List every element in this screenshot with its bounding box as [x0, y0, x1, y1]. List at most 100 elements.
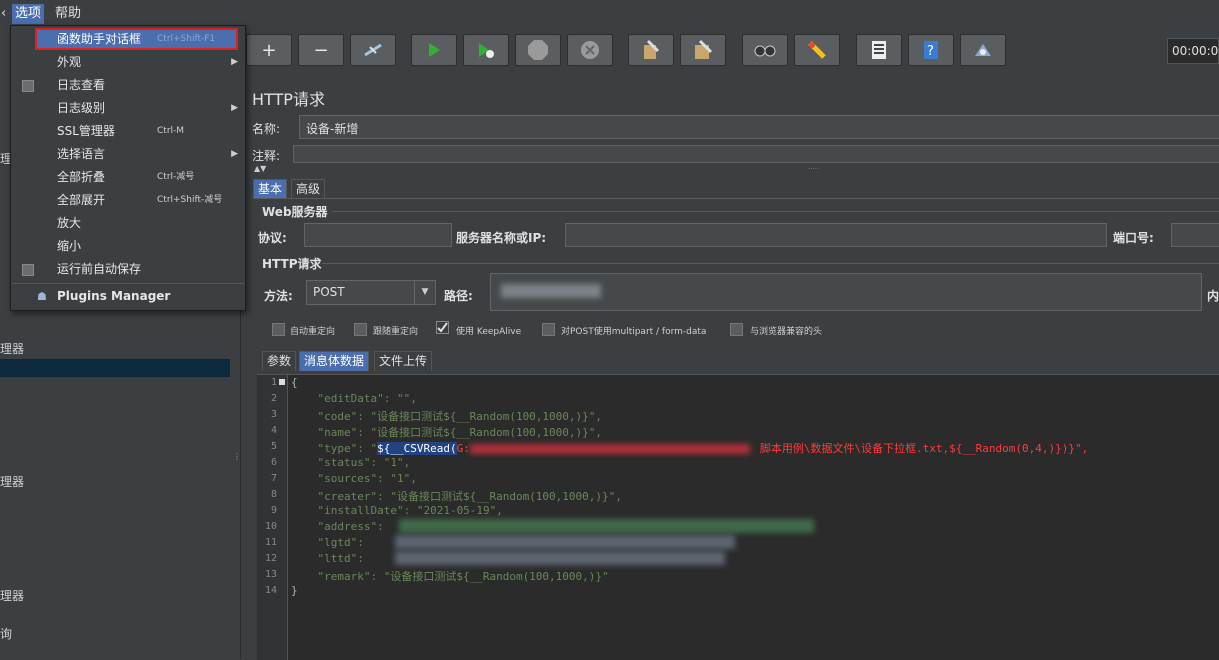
- collapse-arrows-icon[interactable]: ▲▼: [254, 164, 266, 173]
- server-field[interactable]: [565, 223, 1107, 247]
- line-number: 6: [270, 457, 277, 468]
- menu-item-appearance[interactable]: 外观 ▶: [11, 51, 245, 74]
- code-line: "status": "1",: [291, 456, 411, 469]
- server-label: 服务器名称或IP:: [456, 231, 547, 245]
- code-line: "installDate": "2021-05-19",: [291, 504, 503, 517]
- code-line: {: [291, 376, 298, 389]
- body-data-editor[interactable]: 1 2 3 4 5 6 7 8 9 10 11 12 13 14 { "edit…: [257, 374, 1219, 660]
- remote-icon[interactable]: [960, 34, 1006, 66]
- menu-item-function-helper[interactable]: 函数助手对话框 Ctrl+Shift-F1: [11, 28, 245, 51]
- plugins-icon: ☗: [37, 290, 47, 303]
- tab-parameters[interactable]: 参数: [262, 351, 297, 371]
- code-line: "name": "设备接口测试${__Random(100,1000,)}",: [291, 426, 603, 439]
- protocol-field[interactable]: [304, 223, 452, 247]
- menu-help[interactable]: 帮助: [52, 4, 84, 24]
- name-label: 名称:: [252, 122, 281, 136]
- content-encoding-label: 内: [1207, 289, 1219, 303]
- redacted-lgtd: [395, 535, 735, 549]
- tree-item[interactable]: 询: [0, 625, 12, 642]
- search-icon[interactable]: [742, 34, 788, 66]
- line-number: 10: [264, 521, 277, 532]
- start-icon[interactable]: [411, 34, 457, 66]
- code-line: "type": "${__CSVRead(G: 脚本用例\数据文件\设备下拉框.t…: [291, 442, 1089, 455]
- clear-all-icon[interactable]: [680, 34, 726, 66]
- submenu-arrow-icon: ▶: [231, 149, 238, 159]
- web-server-heading: Web服务器: [262, 205, 328, 219]
- clear-icon[interactable]: [628, 34, 674, 66]
- menu-item-log-viewer[interactable]: 日志查看: [11, 74, 245, 97]
- menu-item-log-level[interactable]: 日志级别 ▶: [11, 97, 245, 120]
- port-field[interactable]: [1171, 223, 1219, 247]
- tree-item[interactable]: 理器: [0, 587, 24, 604]
- line-number: 8: [270, 489, 277, 500]
- line-number: 2: [270, 393, 277, 404]
- protocol-label: 协议:: [258, 231, 287, 245]
- code-line: "editData": "",: [291, 392, 417, 405]
- drag-handle-icon[interactable]: ·····: [808, 165, 819, 173]
- keepalive-checkbox[interactable]: [436, 321, 449, 334]
- tree-selected-row[interactable]: [0, 359, 230, 377]
- checkbox-icon: [22, 80, 34, 92]
- elapsed-timer: 00:00:0: [1167, 38, 1219, 64]
- line-number: 7: [270, 473, 277, 484]
- tree-item[interactable]: 理器: [0, 473, 24, 490]
- tab-advanced[interactable]: 高级: [291, 179, 326, 199]
- code-line: "code": "设备接口测试${__Random(100,1000,)}",: [291, 410, 603, 423]
- checkbox-label: 对POST使用multipart / form-data: [561, 327, 707, 337]
- follow-redirects-checkbox[interactable]: [354, 323, 367, 336]
- remove-icon[interactable]: −: [298, 34, 344, 66]
- start-no-pause-icon[interactable]: [463, 34, 509, 66]
- code-line: "lgtd":: [291, 536, 364, 549]
- menu-item-autosave[interactable]: 运行前自动保存: [11, 258, 245, 281]
- line-number: 1: [270, 377, 277, 388]
- menu-separator: [11, 283, 245, 284]
- checkbox-icon: [22, 264, 34, 276]
- menu-item-zoom-out[interactable]: 缩小: [11, 235, 245, 258]
- shutdown-icon[interactable]: [567, 34, 613, 66]
- checkbox-label: 使用 KeepAlive: [456, 327, 522, 337]
- reset-search-icon[interactable]: [794, 34, 840, 66]
- tab-basic[interactable]: 基本: [253, 179, 288, 199]
- help-icon[interactable]: ?: [908, 34, 954, 66]
- options-menu: 函数助手对话框 Ctrl+Shift-F1 外观 ▶ 日志查看 日志级别 ▶ SSL…: [10, 25, 246, 311]
- stop-icon[interactable]: [515, 34, 561, 66]
- line-number: 4: [270, 425, 277, 436]
- submenu-arrow-icon: ▶: [231, 57, 238, 67]
- body-tabs: 参数 消息体数据 文件上传: [262, 351, 522, 371]
- redacted-address: [399, 519, 814, 533]
- add-icon[interactable]: +: [246, 34, 292, 66]
- method-select[interactable]: POST ▼: [306, 280, 436, 305]
- menu-item-language[interactable]: 选择语言 ▶: [11, 143, 245, 166]
- function-helper-icon[interactable]: [856, 34, 902, 66]
- grip-icon: ⋮: [233, 452, 241, 461]
- code-line: "address":: [291, 520, 384, 533]
- menu-item-plugins-manager[interactable]: ☗ Plugins Manager: [11, 285, 245, 308]
- divider: [322, 263, 1219, 264]
- menu-item-collapse-all[interactable]: 全部折叠 Ctrl-减号: [11, 166, 245, 189]
- menu-item-ssl-manager[interactable]: SSL管理器 Ctrl-M: [11, 120, 245, 143]
- toggle-icon[interactable]: [350, 34, 396, 66]
- follow-redirect-auto-checkbox[interactable]: [272, 323, 285, 336]
- port-label: 端口号:: [1113, 231, 1154, 245]
- menu-options[interactable]: 选项: [12, 4, 45, 24]
- line-number-gutter: 1 2 3 4 5 6 7 8 9 10 11 12 13 14: [257, 375, 288, 660]
- redacted-path: [501, 284, 601, 298]
- browser-compatible-checkbox[interactable]: [730, 323, 743, 336]
- comment-field[interactable]: [293, 145, 1219, 163]
- chevron-down-icon[interactable]: ▼: [414, 281, 435, 304]
- multipart-checkbox[interactable]: [542, 323, 555, 336]
- menu-item-expand-all[interactable]: 全部展开 Ctrl+Shift-减号: [11, 189, 245, 212]
- name-field[interactable]: 设备-新增: [299, 115, 1219, 139]
- tree-item[interactable]: 理器: [0, 340, 24, 357]
- path-field[interactable]: [490, 273, 1202, 311]
- menu-item-zoom-in[interactable]: 放大: [11, 212, 245, 235]
- line-number: 3: [270, 409, 277, 420]
- line-number: 5: [270, 441, 277, 452]
- checkbox-label: 与浏览器兼容的头: [750, 327, 823, 337]
- tab-body-data[interactable]: 消息体数据: [299, 351, 370, 371]
- menu-bar: ‹ 选项 帮助: [0, 0, 1219, 28]
- tab-file-upload[interactable]: 文件上传: [374, 351, 433, 371]
- checkbox-label: 自动重定向: [290, 327, 336, 337]
- line-number: 12: [264, 553, 277, 564]
- fold-icon[interactable]: [279, 379, 285, 385]
